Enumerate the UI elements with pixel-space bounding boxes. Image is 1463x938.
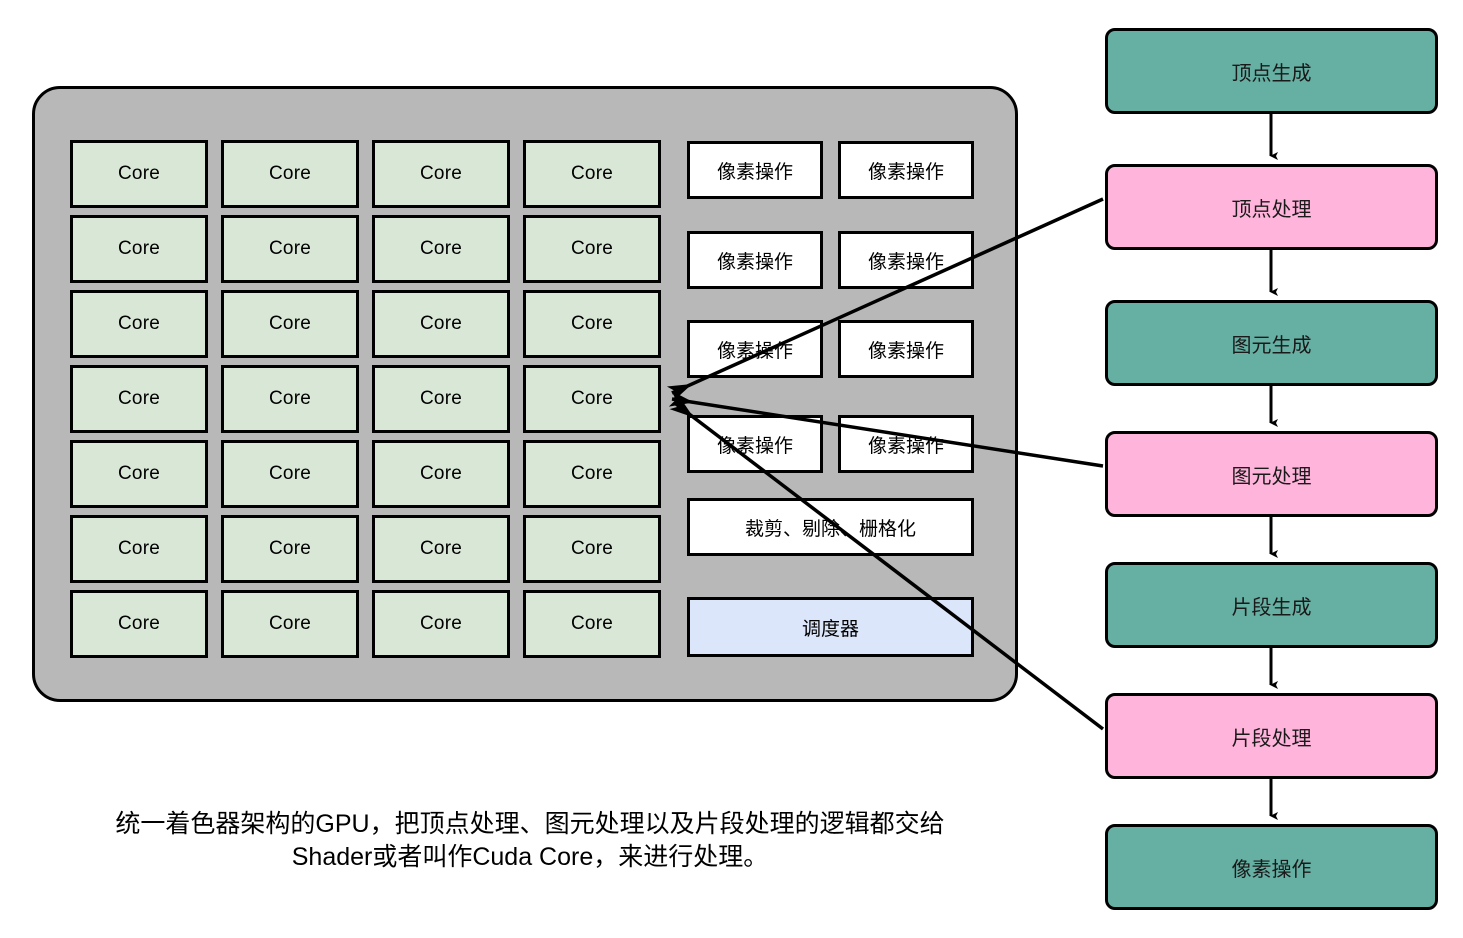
pixel-op-unit: 像素操作 bbox=[838, 320, 974, 378]
core-cell: Core bbox=[70, 440, 208, 508]
pixel-op-unit: 像素操作 bbox=[687, 415, 823, 473]
core-cell: Core bbox=[221, 515, 359, 583]
pipeline-stage-vertex-processing: 顶点处理 bbox=[1105, 164, 1438, 250]
pixel-op-unit: 像素操作 bbox=[687, 141, 823, 199]
core-cell: Core bbox=[221, 290, 359, 358]
core-cell: Core bbox=[523, 290, 661, 358]
core-cell: Core bbox=[372, 140, 510, 208]
pipeline-stage-pixel-operations: 像素操作 bbox=[1105, 824, 1438, 910]
pipeline-stage-primitive-generation: 图元生成 bbox=[1105, 300, 1438, 386]
pipeline-stage-vertex-generation: 顶点生成 bbox=[1105, 28, 1438, 114]
core-cell: Core bbox=[523, 590, 661, 658]
pixel-op-unit: 像素操作 bbox=[838, 141, 974, 199]
core-cell: Core bbox=[221, 590, 359, 658]
scheduler-unit: 调度器 bbox=[687, 597, 974, 657]
core-cell: Core bbox=[523, 215, 661, 283]
core-cell: Core bbox=[70, 590, 208, 658]
core-cell: Core bbox=[523, 140, 661, 208]
pipeline-stage-fragment-generation: 片段生成 bbox=[1105, 562, 1438, 648]
pipeline-stage-fragment-processing: 片段处理 bbox=[1105, 693, 1438, 779]
core-grid: Core Core Core Core Core Core Core Core … bbox=[70, 140, 662, 660]
core-cell: Core bbox=[523, 365, 661, 433]
core-cell: Core bbox=[372, 365, 510, 433]
pixel-op-unit: 像素操作 bbox=[687, 231, 823, 289]
core-cell: Core bbox=[372, 590, 510, 658]
core-cell: Core bbox=[372, 290, 510, 358]
core-cell: Core bbox=[70, 515, 208, 583]
pixel-op-unit: 像素操作 bbox=[838, 415, 974, 473]
core-cell: Core bbox=[523, 440, 661, 508]
core-cell: Core bbox=[70, 365, 208, 433]
core-cell: Core bbox=[221, 215, 359, 283]
core-cell: Core bbox=[221, 365, 359, 433]
core-cell: Core bbox=[70, 140, 208, 208]
core-cell: Core bbox=[372, 440, 510, 508]
core-cell: Core bbox=[372, 215, 510, 283]
caption-text: 统一着色器架构的GPU，把顶点处理、图元处理以及片段处理的逻辑都交给 Shade… bbox=[115, 810, 945, 872]
pipeline-stage-primitive-processing: 图元处理 bbox=[1105, 431, 1438, 517]
core-cell: Core bbox=[523, 515, 661, 583]
core-cell: Core bbox=[70, 215, 208, 283]
pixel-op-unit: 像素操作 bbox=[838, 231, 974, 289]
core-cell: Core bbox=[221, 440, 359, 508]
core-cell: Core bbox=[70, 290, 208, 358]
core-cell: Core bbox=[372, 515, 510, 583]
core-cell: Core bbox=[221, 140, 359, 208]
diagram-canvas: Core Core Core Core Core Core Core Core … bbox=[0, 0, 1463, 938]
pixel-op-unit: 像素操作 bbox=[687, 320, 823, 378]
clip-cull-rasterize-unit: 裁剪、剔除、栅格化 bbox=[687, 498, 974, 556]
